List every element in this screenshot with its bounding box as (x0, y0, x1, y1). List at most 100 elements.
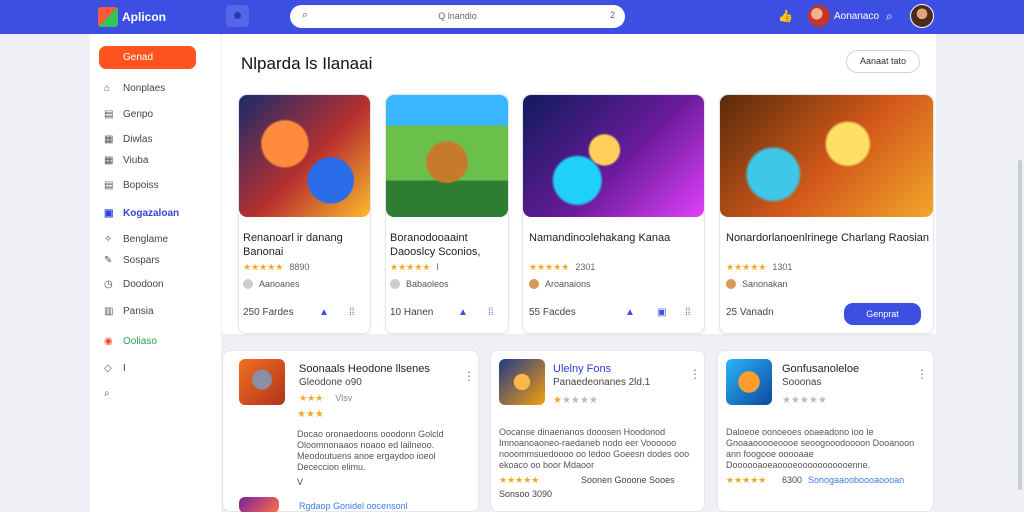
sidebar-item-6[interactable]: ✧ Benglame (104, 234, 168, 248)
like-icon[interactable]: ▲ (625, 307, 635, 318)
tag-icon: ◇ (104, 363, 112, 374)
card-footer: 25 Vanadn (726, 307, 774, 318)
home-icon: ⌂ (104, 83, 111, 94)
calc-icon: ▥ (104, 306, 114, 317)
game-card[interactable]: Renanoarl ir danang Banonai ★★★★★ 8890 Aa… (238, 94, 371, 334)
rating-stars: ★★★★★ 2301 (529, 262, 595, 273)
rating-stars: ★★★ (297, 409, 324, 420)
more-icon[interactable]: ⋮ (916, 367, 928, 381)
item-description: Daloeoe oonoeoes ooaeadono ioo Ie Gnoaao… (726, 427, 915, 470)
app-name: Aplicon (122, 10, 166, 24)
item-subtitle: Gleodone o90 (299, 377, 362, 388)
stars: ★★★★★ (726, 262, 767, 272)
stars: ★★★ (299, 393, 324, 403)
game-card[interactable]: Boranodooaaint Daooslcy Sconios, ★★★★★ I … (385, 94, 509, 334)
view-all-button[interactable]: Aanaat tato (846, 50, 920, 73)
more-icon[interactable]: ⋮ (463, 369, 475, 383)
edit-icon: ✎ (104, 255, 113, 266)
user-name[interactable]: Aonanaco (834, 11, 879, 22)
game-thumbnail (726, 359, 772, 405)
sidebar: Genad ⌂ Nonplaes ▤ Genpo ▦ Diwlas ▦ Viuba ▤ B… (90, 34, 221, 512)
sidebar-item-11[interactable]: ◇ I (104, 363, 126, 377)
rating-stars: ★★★★★ 1301 (726, 262, 792, 273)
publisher-icon (390, 279, 400, 289)
sidebar-item-8[interactable]: ◷ Doodoon (104, 279, 164, 293)
item-description: Docao oronaedoons ooodonn Golcld Oloomno… (297, 429, 444, 472)
card-footer: 250 Fardes (243, 307, 294, 318)
publisher-name: Aroanaions (545, 279, 591, 289)
get-button[interactable]: Genprat (844, 303, 921, 325)
rating-stars: ★★★★★ 8890 (243, 262, 309, 273)
sidebar-item-0[interactable]: ⌂ Nonplaes (104, 83, 165, 97)
publisher: Aroanaions (529, 279, 591, 289)
top-bar: Aplicon ⌕ Q lnandio 2 👍 Aonanaco ⌕ (0, 0, 1024, 34)
game-art-image (239, 95, 370, 217)
item-footer-text: Rgdaop Gonidel oocensonl (299, 501, 408, 511)
item-extra-text: Sonogaaooboooaoooan (808, 475, 905, 485)
list-item[interactable]: Soonaals Heodone llsenes Gleodone o90 ★★… (222, 350, 479, 512)
game-title: Nonardorlanoenlrinege Charlang Raosian (726, 232, 930, 244)
item-subtitle: Sooonas (782, 377, 822, 388)
publisher: Aanoanes (243, 279, 300, 289)
sidebar-item-active[interactable]: Genad (99, 46, 196, 69)
tools-icon: ✧ (104, 234, 113, 245)
avatar[interactable] (808, 5, 830, 27)
game-card[interactable]: Namandinoɔlehakang Kanaa ★★★★★ 2301 Aroan… (522, 94, 705, 334)
publisher: Sanonakan (726, 279, 788, 289)
search-placeholder: Q lnandio (438, 11, 477, 21)
item-extra: Sonogaaooboooaoooan (808, 475, 904, 485)
bag-icon: ▣ (104, 208, 114, 219)
rating-count: I (436, 262, 439, 272)
sidebar-item-3[interactable]: ▦ Viuba (104, 155, 148, 169)
game-card[interactable]: Nonardorlanoenlrinege Charlang Raosian ★… (719, 94, 934, 334)
grid-icon: ▦ (104, 155, 114, 166)
menu-button[interactable] (226, 5, 249, 27)
star-filled: ★ (553, 395, 562, 406)
sidebar-item-1[interactable]: ▤ Genpo (104, 109, 153, 123)
notification-icon[interactable]: 👍 (778, 9, 793, 23)
more-icon[interactable]: ⋮ (689, 367, 701, 381)
publisher-icon (726, 279, 736, 289)
sidebar-item-5[interactable]: ▣ Kogazaloan (104, 208, 179, 222)
item-rating: 6300 (782, 475, 803, 485)
publisher-name: Sanonakan (742, 279, 788, 289)
search-icon[interactable]: ⌕ (886, 9, 893, 24)
share-icon[interactable]: ▣ (657, 307, 666, 318)
publisher-name: Aanoanes (259, 279, 300, 289)
game-title: Renanoarl ir danang Banonai (243, 232, 343, 258)
sidebar-item-12[interactable]: ⌕ (104, 388, 116, 402)
item-description: Oocanse dinaenanos dooosen Hoodonod Imno… (499, 427, 690, 470)
grid-icon[interactable]: ⁞⁞ (349, 307, 355, 318)
item-title: Ulelny Fons (553, 363, 612, 375)
game-thumbnail (239, 359, 285, 405)
publisher-icon (529, 279, 539, 289)
scrollbar[interactable] (1018, 160, 1022, 490)
list-item[interactable]: Ulelny Fons Panaedeonanes 2ld.1 ★★★★★ Oo… (490, 350, 705, 512)
search-input[interactable]: ⌕ Q lnandio 2 (290, 5, 625, 28)
publisher-icon (243, 279, 253, 289)
star-empty: ★★★★★ (782, 395, 827, 406)
publisher-name: Babaoleos (406, 279, 449, 289)
item-extra: Soonen Gooone Sooes (581, 475, 675, 485)
rating-text: Vlsv (335, 393, 353, 403)
sidebar-item-2[interactable]: ▦ Diwlas (104, 134, 152, 148)
item-title: Gonfusanoleloe (782, 363, 860, 375)
rating-stars: ★★★★★ (782, 395, 827, 406)
sidebar-item-9[interactable]: ▥ Pansia (104, 306, 154, 320)
rating-stars: ★★★★★ (726, 475, 767, 485)
like-icon[interactable]: ▲ (458, 307, 468, 318)
game-thumbnail (239, 497, 279, 512)
sidebar-item-10[interactable]: ◉ Ooliaso (104, 336, 157, 350)
clock-icon: ◷ (104, 279, 113, 290)
grid-icon[interactable]: ⁞⁞ (685, 307, 691, 318)
app-logo[interactable] (98, 7, 118, 27)
sidebar-item-4[interactable]: ▤ Bopoiss (104, 180, 159, 194)
profile-avatar[interactable] (910, 4, 934, 28)
item-subtitle: Panaedeonanes 2ld.1 (553, 377, 651, 388)
grid-icon[interactable]: ⁞⁞ (488, 307, 494, 318)
like-icon[interactable]: ▲ (319, 307, 329, 318)
sidebar-item-7[interactable]: ✎ Sospars (104, 255, 160, 269)
rating-count: 2301 (575, 262, 596, 272)
sidebar-item-label: Genad (123, 52, 154, 63)
list-item[interactable]: Gonfusanoleloe Sooonas ★★★★★ Daloeoe oon… (717, 350, 934, 512)
